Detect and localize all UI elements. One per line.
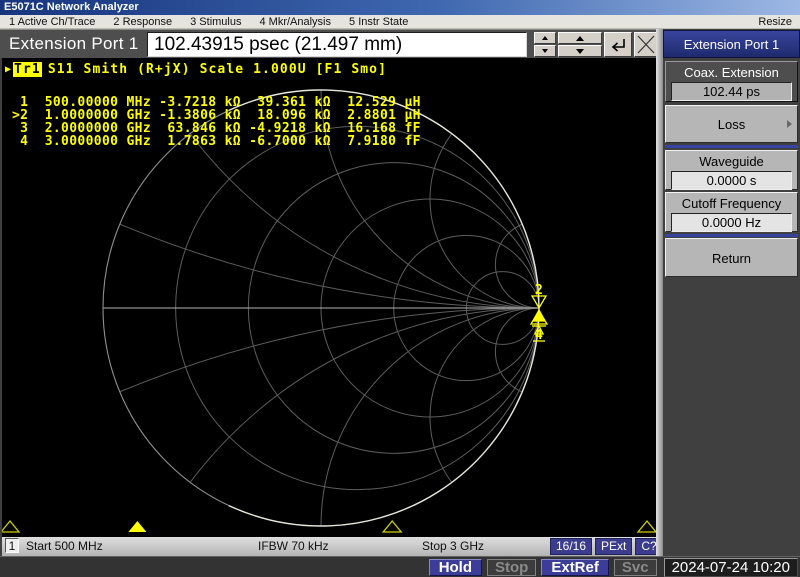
stimulus-marker-4 — [636, 519, 658, 533]
sweep-hold-indicator: Hold — [428, 558, 483, 576]
cutoff-frequency-label: Cutoff Frequency — [681, 196, 782, 211]
chart-area: 24 ▶ Tr1 S11 Smith (R+jX) Scale 1.000U [… — [2, 58, 658, 537]
menu-bar: 1 Active Ch/Trace 2 Response 3 Stimulus … — [0, 15, 800, 29]
return-label: Return — [711, 251, 752, 266]
submenu-arrow-icon — [787, 120, 792, 128]
down-arrow-icon — [542, 49, 548, 53]
return-button[interactable]: Return — [665, 238, 798, 277]
entry-label: Extension Port 1 — [9, 34, 139, 53]
fine-spinner — [534, 32, 556, 57]
stop-frequency-label: Stop 3 GHz — [422, 539, 485, 553]
entry-bar: Extension Port 1 — [0, 29, 658, 58]
stimulus-marker-3 — [381, 519, 403, 533]
extension-value-input[interactable] — [147, 32, 527, 57]
softkey-separator — [665, 234, 798, 237]
marker-row-4: 4 3.0000000 GHz 1.7863 kΩ -6.7000 kΩ 7.9… — [12, 134, 421, 149]
softkey-menu-title: Extension Port 1 — [663, 30, 800, 58]
pext-badge: PExt — [595, 538, 633, 555]
menu-mkr-analysis[interactable]: 4 Mkr/Analysis — [250, 16, 340, 28]
trace-name-badge[interactable]: Tr1 — [13, 62, 42, 77]
loss-label: Loss — [717, 117, 746, 132]
stimulus-marker-1 — [2, 519, 21, 533]
stimulus-marker-2 — [128, 521, 147, 532]
enter-icon — [611, 38, 625, 52]
channel-number-box: 1 — [5, 538, 19, 553]
fine-spin-up-button[interactable] — [534, 32, 556, 44]
trace-format-text: S11 Smith (R+jX) Scale 1.000U [F1 Smo] — [47, 62, 388, 77]
menu-response[interactable]: 2 Response — [104, 16, 181, 28]
menu-resize[interactable]: Resize — [758, 16, 800, 28]
coax-extension-value: 102.44 ps — [671, 82, 792, 101]
channel-status-bar: 1 Start 500 MHz IFBW 70 kHz Stop 3 GHz 1… — [2, 537, 677, 556]
cutoff-frequency-button[interactable]: Cutoff Frequency 0.0000 Hz — [665, 192, 798, 232]
softkey-separator — [665, 145, 798, 148]
close-icon — [637, 35, 655, 54]
waveguide-button[interactable]: Waveguide 0.0000 s — [665, 150, 798, 190]
datetime-display: 2024-07-24 10:20 — [663, 557, 798, 577]
active-trace-arrow-icon: ▶ — [5, 64, 12, 75]
points-badge: 16/16 — [550, 538, 593, 555]
coarse-spin-up-button[interactable] — [558, 32, 602, 44]
start-frequency-label: Start 500 MHz — [26, 539, 103, 553]
coarse-spinner — [558, 32, 602, 57]
window-title-bar: E5071C Network Analyzer — [0, 0, 800, 15]
instrument-status-bar: Hold Stop ExtRef Svc 2024-07-24 10:20 — [0, 556, 800, 577]
menu-instr-state[interactable]: 5 Instr State — [340, 16, 417, 28]
loss-button[interactable]: Loss — [665, 105, 798, 143]
marker-cluster: 24 — [529, 283, 549, 343]
entry-enter-button[interactable] — [604, 32, 632, 57]
menu-active-ch-trace[interactable]: 1 Active Ch/Trace — [0, 16, 104, 28]
entry-close-button[interactable] — [634, 32, 658, 57]
waveguide-label: Waveguide — [699, 154, 764, 169]
window-title: E5071C Network Analyzer — [4, 1, 139, 13]
cutoff-frequency-value: 0.0000 Hz — [671, 213, 792, 232]
waveguide-value: 0.0000 s — [671, 171, 792, 190]
coarse-spin-down-button[interactable] — [558, 45, 602, 57]
up-arrow-icon — [576, 35, 584, 41]
fine-spin-down-button[interactable] — [534, 45, 556, 57]
trace-status-line: ▶ Tr1 S11 Smith (R+jX) Scale 1.000U [F1 … — [5, 62, 387, 77]
extref-indicator: ExtRef — [541, 558, 609, 576]
ifbw-label: IFBW 70 kHz — [258, 539, 329, 553]
stop-indicator: Stop — [487, 558, 537, 576]
menu-stimulus[interactable]: 3 Stimulus — [181, 16, 250, 28]
up-arrow-icon — [542, 36, 548, 40]
main-sidebar-divider — [656, 29, 663, 556]
svc-indicator: Svc — [613, 558, 657, 576]
coax-extension-button[interactable]: Coax. Extension 102.44 ps — [665, 61, 798, 102]
softkey-menu: Extension Port 1 Coax. Extension 102.44 … — [663, 29, 800, 556]
coax-extension-label: Coax. Extension — [684, 65, 779, 80]
instrument-screen: E5071C Network Analyzer 1 Active Ch/Trac… — [0, 0, 800, 577]
down-arrow-icon — [576, 48, 584, 54]
